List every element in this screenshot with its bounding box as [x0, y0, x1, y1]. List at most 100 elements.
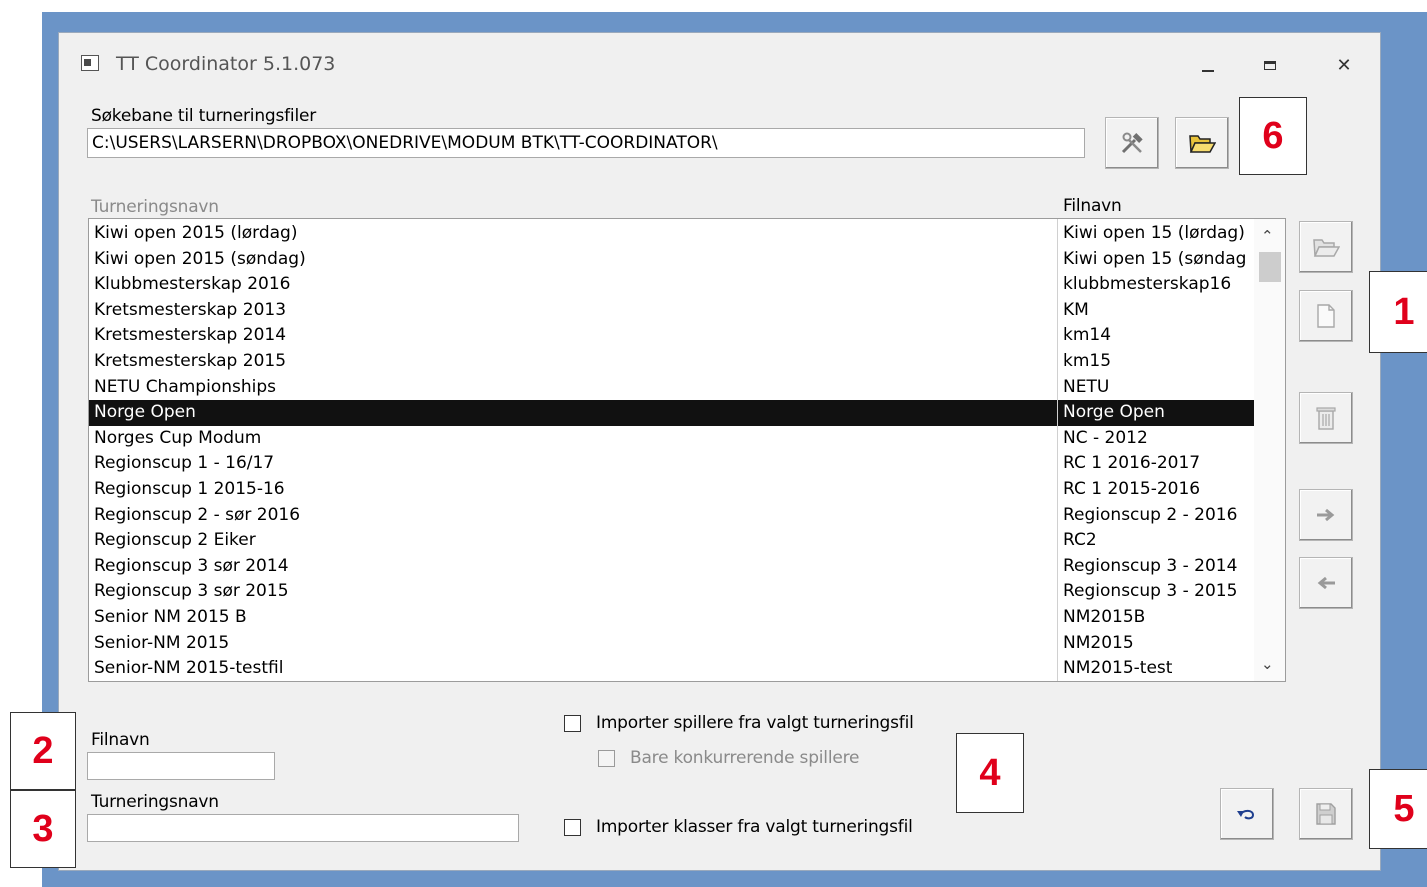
open-tournament-button[interactable] — [1299, 221, 1353, 273]
tournament-name-cell: Senior-NM 2015 — [94, 632, 230, 653]
import-players-checkbox[interactable] — [564, 715, 581, 732]
column-separator — [1057, 219, 1058, 681]
tournament-name-cell: NETU Championships — [94, 376, 277, 397]
arrow-left-icon — [1317, 576, 1335, 590]
tournament-name-cell: Kiwi open 2015 (søndag) — [94, 248, 306, 269]
new-document-icon — [1317, 304, 1335, 328]
tournament-name-cell: Kretsmesterskap 2013 — [94, 299, 287, 320]
scroll-down-icon[interactable]: ⌄ — [1261, 655, 1274, 673]
tournament-name-cell: Senior-NM 2015-testfil — [94, 658, 284, 679]
only-competing-label[interactable]: Bare konkurrerende spillere — [630, 748, 859, 768]
callout-2: 2 — [10, 712, 76, 790]
table-row[interactable]: Senior-NM 2015 NM2015 — [89, 631, 1254, 657]
filename-cell: km14 — [1063, 325, 1112, 346]
column-header-tournament[interactable]: Turneringsnavn — [91, 197, 219, 217]
tournament-name-cell: Senior NM 2015 B — [94, 607, 247, 627]
filename-cell: klubbmesterskap16 — [1063, 274, 1232, 295]
undo-icon — [1237, 809, 1255, 820]
maximize-button[interactable] — [1247, 47, 1293, 83]
import-players-label[interactable]: Importer spillere fra valgt turneringsfi… — [596, 713, 914, 733]
minimize-button[interactable] — [1185, 47, 1231, 83]
move-right-button[interactable] — [1299, 489, 1353, 541]
filename-cell: Kiwi open 15 (søndag — [1063, 248, 1247, 269]
new-tournament-button[interactable] — [1299, 290, 1353, 342]
save-button[interactable] — [1299, 788, 1353, 840]
table-row[interactable]: Kiwi open 2015 (søndag) Kiwi open 15 (søn… — [89, 247, 1254, 273]
filename-cell: RC 1 2016-2017 — [1063, 453, 1201, 474]
filename-cell: NM2015B — [1063, 607, 1146, 627]
filename-input[interactable] — [87, 752, 275, 780]
delete-tournament-button[interactable] — [1299, 392, 1353, 444]
filename-cell: RC2 — [1063, 530, 1097, 551]
minimize-icon — [1202, 70, 1214, 72]
arrow-right-icon — [1317, 508, 1335, 522]
callout-6: 6 — [1239, 97, 1307, 175]
table-row[interactable]: Norge Open Norge Open — [89, 400, 1254, 426]
filename-cell: NETU — [1063, 376, 1110, 397]
filename-cell: RC 1 2015-2016 — [1063, 479, 1201, 499]
tournament-name-cell: Norges Cup Modum — [94, 427, 262, 448]
tournament-name-cell: Regionscup 2 Eiker — [94, 530, 256, 551]
tournament-list[interactable]: Kiwi open 2015 (lørdag) Kiwi open 15 (lør… — [88, 218, 1286, 682]
column-header-filename[interactable]: Filnavn — [1063, 196, 1122, 216]
filename-cell: NC - 2012 — [1063, 427, 1148, 448]
callout-3: 3 — [10, 790, 76, 868]
tournament-name-cell: Regionscup 1 - 16/17 — [94, 453, 275, 474]
table-row[interactable]: Kretsmesterskap 2015 km15 — [89, 349, 1254, 375]
save-disk-icon — [1316, 803, 1336, 825]
close-icon: ✕ — [1336, 54, 1352, 76]
vertical-scrollbar[interactable]: ⌃ ⌄ — [1254, 219, 1285, 681]
tournament-name-cell: Kiwi open 2015 (lørdag) — [94, 223, 298, 243]
table-row[interactable]: Kiwi open 2015 (lørdag) Kiwi open 15 (lør… — [89, 221, 1254, 247]
filename-label: Filnavn — [91, 730, 150, 750]
table-row[interactable]: Regionscup 1 2015-16 RC 1 2015-2016 — [89, 477, 1254, 503]
filename-cell: Regionscup 3 - 2015 — [1063, 581, 1238, 602]
scroll-thumb[interactable] — [1259, 252, 1281, 282]
trash-icon — [1316, 407, 1336, 430]
tournament-name-input[interactable] — [87, 814, 519, 842]
open-folder-button[interactable] — [1175, 117, 1229, 169]
filename-cell: Kiwi open 15 (lørdag) — [1063, 223, 1245, 243]
table-row[interactable]: Senior NM 2015 B NM2015B — [89, 605, 1254, 631]
tournament-name-cell: Regionscup 3 sør 2014 — [94, 555, 289, 576]
move-left-button[interactable] — [1299, 557, 1353, 609]
table-row[interactable]: Regionscup 3 sør 2014 Regionscup 3 - 2014 — [89, 554, 1254, 580]
title-bar[interactable]: TT Coordinator 5.1.073 ✕ — [59, 33, 1380, 89]
table-row[interactable]: Regionscup 1 - 16/17 RC 1 2016-2017 — [89, 451, 1254, 477]
path-input[interactable]: C:\USERS\LARSERN\DROPBOX\ONEDRIVE\MODUM … — [87, 128, 1085, 158]
close-button[interactable]: ✕ — [1321, 47, 1367, 83]
filename-cell: NM2015-test — [1063, 658, 1173, 679]
filename-cell: Regionscup 2 - 2016 — [1063, 504, 1238, 525]
hammer-wrench-icon — [1121, 132, 1143, 154]
tournament-name-cell: Regionscup 2 - sør 2016 — [94, 504, 301, 525]
table-row[interactable]: Norges Cup Modum NC - 2012 — [89, 426, 1254, 452]
tournament-name-cell: Regionscup 3 sør 2015 — [94, 581, 289, 602]
path-label: Søkebane til turneringsfiler — [91, 106, 317, 126]
table-row[interactable]: Senior-NM 2015-testfil NM2015-test — [89, 656, 1254, 681]
callout-4: 4 — [956, 733, 1024, 813]
filename-cell: NM2015 — [1063, 632, 1134, 653]
table-row[interactable]: Regionscup 2 Eiker RC2 — [89, 528, 1254, 554]
only-competing-checkbox[interactable] — [598, 750, 615, 767]
window-title: TT Coordinator 5.1.073 — [116, 53, 336, 75]
table-row[interactable]: Regionscup 2 - sør 2016 Regionscup 2 - 20… — [89, 503, 1254, 529]
open-folder-icon — [1189, 135, 1216, 153]
table-row[interactable]: Regionscup 3 sør 2015 Regionscup 3 - 2015 — [89, 579, 1254, 605]
tools-button[interactable] — [1105, 117, 1159, 169]
open-folder-disabled-icon — [1313, 239, 1340, 257]
callout-5: 5 — [1369, 769, 1427, 849]
import-classes-label[interactable]: Importer klasser fra valgt turneringsfil — [596, 817, 913, 837]
table-row[interactable]: NETU Championships NETU — [89, 375, 1254, 401]
table-row[interactable]: Klubbmesterskap 2016 klubbmesterskap16 — [89, 272, 1254, 298]
undo-button[interactable] — [1220, 788, 1274, 840]
table-row[interactable]: Kretsmesterskap 2013 KM — [89, 298, 1254, 324]
filename-cell: km15 — [1063, 351, 1112, 371]
callout-1: 1 — [1369, 271, 1427, 353]
table-row[interactable]: Kretsmesterskap 2014 km14 — [89, 323, 1254, 349]
scroll-up-icon[interactable]: ⌃ — [1261, 227, 1274, 245]
maximize-icon — [1264, 60, 1276, 70]
import-classes-checkbox[interactable] — [564, 819, 581, 836]
filename-cell: Norge Open — [1063, 402, 1165, 423]
tournament-name-cell: Norge Open — [94, 402, 196, 423]
tournament-name-cell: Kretsmesterskap 2015 — [94, 351, 287, 371]
